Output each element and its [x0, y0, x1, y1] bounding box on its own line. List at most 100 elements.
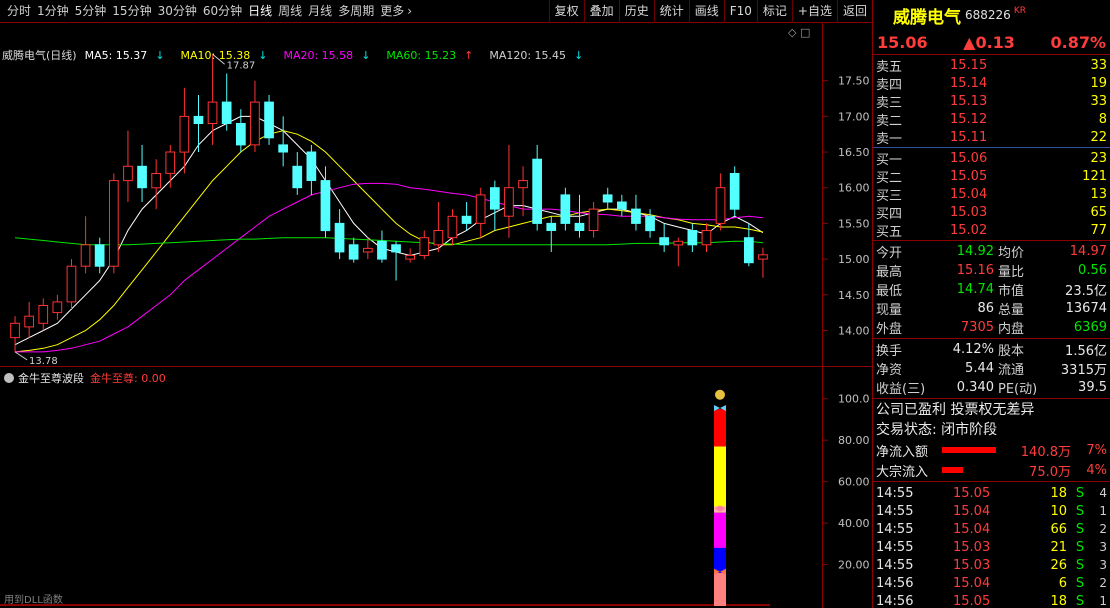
chart-control-icons[interactable]: ◇ □ [788, 26, 810, 39]
tick-volume: 10 [1050, 503, 1067, 519]
indicator-bar-segment [714, 548, 726, 573]
bid-row[interactable]: 买五 15.02 77 [873, 221, 1110, 240]
candlestick-chart[interactable]: 17.50 17.00 16.50 16.00 15.50 15.00 14.50 14.00… [0, 23, 872, 367]
candle-body [475, 194, 486, 224]
stat-label: 股本 [998, 344, 1025, 359]
stat-value: 3315万 [1060, 363, 1107, 378]
draw-line-button[interactable]: 画线 [688, 0, 724, 23]
stock-tag: KR [1013, 6, 1026, 16]
stats-row: 净资 5.44 流通 3315万 [873, 359, 1110, 378]
tick-row: 14:55 15.03 21 S 3 [873, 538, 1110, 556]
overlay-button[interactable]: 叠加 [583, 0, 619, 23]
tick-time: 14:55 [876, 539, 914, 555]
tab-1min[interactable]: 1分钟 [34, 0, 72, 23]
ma60-legend: MA60: 15.23 ↑ [386, 49, 481, 62]
tab-more-label: 更多 [380, 3, 405, 18]
chart-toolbar: 分时 1分钟 5分钟 15分钟 30分钟 60分钟 日线 周线 月线 多周期 更… [0, 0, 872, 23]
bid-row[interactable]: 买一 15.06 23 [873, 149, 1110, 168]
y-tick-label: 80.00 [838, 434, 870, 447]
tick-row: 14:55 15.04 10 S 1 [873, 502, 1110, 520]
tick-time: 14:55 [876, 503, 914, 519]
candle-body [123, 165, 133, 182]
indicator-panel[interactable]: 100.0 80.00 60.00 40.00 20.00 金牛至尊波段 金牛至尊: 0… [0, 368, 872, 608]
tab-daily[interactable]: 日线 [245, 0, 275, 23]
ask-row[interactable]: 卖五 15.15 33 [873, 56, 1110, 75]
indicator-title: 金牛至尊波段 [18, 372, 84, 385]
back-button[interactable]: 返回 [836, 0, 872, 23]
stock-code: 688226 [965, 8, 1011, 22]
tab-5min[interactable]: 5分钟 [72, 0, 110, 23]
ask-row[interactable]: 卖三 15.13 33 [873, 92, 1110, 111]
f10-button[interactable]: F10 [723, 0, 757, 23]
quote-stats: 今开 14.92 均价 14.97 最高 15.16 量比 0.56 最低 14.74 市值 23… [873, 241, 1110, 339]
ma10-label: MA10: 15.38 [180, 48, 251, 62]
ask-volume: 22 [1090, 129, 1107, 145]
candle-body [38, 305, 49, 324]
y-tick-label: 60.00 [838, 476, 870, 489]
bid-row[interactable]: 买四 15.03 65 [873, 203, 1110, 222]
bid-price: 15.02 [950, 222, 988, 238]
candle-body [193, 115, 204, 125]
stats-row: 今开 14.92 均价 14.97 [873, 242, 1110, 261]
price-change-pct: 0.87% [1050, 32, 1106, 52]
indicator-chart[interactable]: 100.0 80.00 60.00 40.00 20.00 [0, 368, 872, 608]
tab-15min[interactable]: 15分钟 [109, 0, 154, 23]
tab-multi-period[interactable]: 多周期 [335, 0, 377, 23]
stat-value: 7305 [960, 320, 994, 335]
tick-side: S [1075, 593, 1085, 608]
ask-row[interactable]: 卖四 15.14 19 [873, 74, 1110, 93]
tick-side: S [1075, 521, 1085, 537]
mark-button[interactable]: 标记 [756, 0, 792, 23]
statistics-button[interactable]: 统计 [653, 0, 689, 23]
restore-rights-button[interactable]: 复权 [548, 0, 584, 23]
stat-value: 14.92 [956, 244, 994, 259]
y-tick-label: 14.50 [838, 289, 870, 302]
y-tick-label: 15.50 [838, 217, 870, 230]
tab-60min[interactable]: 60分钟 [200, 0, 245, 23]
tick-price: 15.05 [953, 593, 991, 608]
flow-bar [942, 447, 996, 453]
tab-more[interactable]: 更多 › [377, 0, 415, 23]
stat-label: 收益(三) [876, 382, 926, 397]
stat-label: PE(动) [998, 382, 1038, 397]
fundamental-stats: 换手 4.12% 股本 1.56亿 净资 5.44 流通 3315万 收益(三) 0.340 P… [873, 339, 1110, 399]
last-price: 15.06 [877, 32, 928, 52]
bid-price: 15.04 [950, 186, 988, 202]
ask-row[interactable]: 卖二 15.12 8 [873, 110, 1110, 129]
bid-volume: 13 [1090, 186, 1107, 202]
net-inflow-row: 净流入额 140.8万 7% [873, 440, 1110, 460]
add-watchlist-button[interactable]: +自选 [791, 0, 837, 23]
bid-row[interactable]: 买二 15.05 121 [873, 167, 1110, 186]
candle-body [306, 151, 317, 181]
stat-label: 流通 [998, 363, 1025, 378]
tick-price: 15.05 [953, 485, 991, 501]
candle-body [447, 215, 458, 239]
tab-30min[interactable]: 30分钟 [155, 0, 200, 23]
stat-value: 5.44 [965, 361, 994, 376]
stock-header[interactable]: 威腾电气 688226 KR [873, 0, 1110, 30]
tab-monthly[interactable]: 月线 [305, 0, 335, 23]
ask-row[interactable]: 卖一 15.11 22 [873, 128, 1110, 147]
y-tick-label: 17.50 [838, 75, 870, 88]
ask-price: 15.12 [950, 111, 988, 127]
candle-body [165, 151, 176, 174]
tab-fenshi[interactable]: 分时 [4, 0, 34, 23]
candle-body [10, 322, 20, 339]
candle-body [278, 144, 288, 153]
candle-body [715, 187, 726, 224]
candle-body [363, 247, 373, 253]
tab-weekly[interactable]: 周线 [275, 0, 305, 23]
flow-value: 75.0万 [1029, 464, 1071, 480]
main-chart-panel[interactable]: 17.50 17.00 16.50 16.00 15.50 15.00 14.50 14.00… [0, 23, 872, 367]
y-tick-label: 100.0 [838, 393, 870, 406]
y-tick-label: 14.00 [838, 324, 870, 337]
ma5-label: MA5: 15.37 [84, 48, 148, 62]
tick-list[interactable]: 14:55 15.05 18 S 4 14:55 15.04 10 S 1 14:55 15.04 66… [873, 482, 1110, 608]
history-button[interactable]: 历史 [618, 0, 654, 23]
stat-value: 1.56亿 [1065, 344, 1107, 359]
tick-side: S [1075, 575, 1085, 591]
bid-row[interactable]: 买三 15.04 13 [873, 185, 1110, 204]
order-book: 卖五 15.15 33 卖四 15.14 19 卖三 15.13 33 卖二 15.12 8 卖… [873, 55, 1110, 241]
collapse-icon[interactable] [4, 373, 14, 383]
candle-body [758, 254, 768, 260]
